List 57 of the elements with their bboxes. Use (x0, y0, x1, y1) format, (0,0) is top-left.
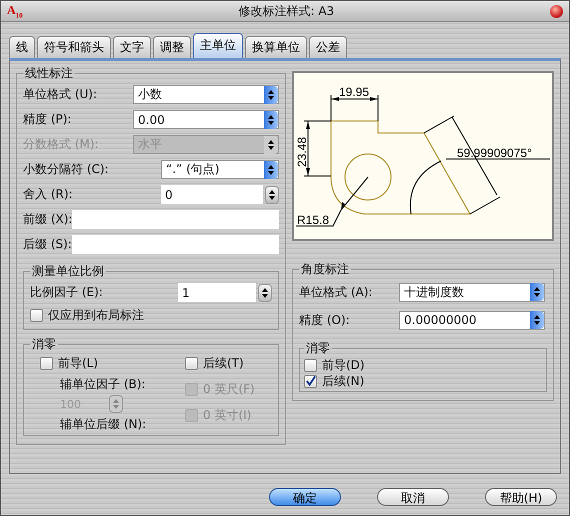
checkbox-label: 前导(D) (322, 356, 365, 374)
app-logo: A$_{10}$ (7, 2, 23, 20)
field-label: 辅单位后缀 (N): (59, 416, 148, 432)
input-field[interactable] (72, 210, 279, 229)
spinner-icon[interactable] (258, 284, 272, 302)
group-title: 消零 (31, 336, 57, 353)
dropdown[interactable]: 0.00000000 (399, 310, 545, 330)
dialog-button[interactable]: 取消 (377, 488, 449, 506)
field-label: 后缀 (S): (23, 236, 72, 253)
checkbox[interactable] (304, 358, 317, 372)
checkbox-label: 后续(N) (322, 372, 364, 390)
group-title: 线性标注 (24, 65, 74, 82)
checkbox[interactable] (30, 308, 43, 322)
dialog-button[interactable]: 帮助(H) (485, 488, 557, 506)
checkbox-label: 后续(T) (203, 354, 244, 372)
field-label: 单位格式 (A): (299, 284, 372, 300)
dimension-text: R15.8 (297, 213, 330, 227)
tab[interactable]: 调整 (153, 36, 191, 58)
input-field[interactable] (72, 235, 279, 254)
field-label: 舍入 (R): (23, 186, 73, 203)
dimension-text: 23.48 (295, 136, 309, 167)
tab[interactable]: 换算单位 (245, 36, 307, 58)
dropdown[interactable]: 0.00 (133, 110, 279, 129)
dropdown[interactable]: 小数 (133, 85, 279, 104)
spinner-icon (109, 395, 123, 413)
field-label: 精度 (O): (299, 312, 350, 328)
input-field[interactable]: 1 (178, 283, 256, 302)
dropdown[interactable]: 十进制度数 (399, 282, 545, 302)
field-label: 比例因子 (E): (30, 284, 103, 301)
group-title: 测量单位比例 (31, 263, 105, 280)
field-label: 单位格式 (U): (23, 86, 98, 103)
checkbox[interactable] (185, 356, 198, 370)
dimension-text: 19.95 (339, 85, 370, 99)
dialog-button[interactable]: 确定 (269, 488, 341, 506)
tab[interactable]: 主单位 (193, 33, 243, 58)
tab[interactable]: 公差 (309, 36, 347, 58)
checkbox-label: 仅应用到布局标注 (48, 306, 144, 324)
tab[interactable]: 符号和箭头 (37, 36, 111, 58)
checkbox-label: 前导(L) (58, 354, 98, 372)
window-title: 修改标注样式: A3 (237, 2, 336, 20)
checkbox-label: 0 英尺(F) (203, 380, 255, 398)
field-label: 分数格式 (M): (23, 136, 99, 153)
group-title: 角度标注 (300, 261, 350, 278)
group-title: 消零 (305, 340, 331, 357)
field-label: 前缀 (X): (23, 211, 72, 228)
dropdown[interactable]: “.” (句点) (161, 160, 279, 179)
tab[interactable]: 线 (9, 36, 35, 58)
field-label: 小数分隔符 (C): (23, 161, 109, 178)
checkbox[interactable] (304, 374, 317, 388)
input-field[interactable]: 0 (161, 185, 263, 204)
close-icon[interactable] (550, 4, 563, 18)
checkbox-label: 0 英寸(I) (203, 406, 252, 424)
tab[interactable]: 文字 (113, 36, 151, 58)
checkbox[interactable] (40, 356, 53, 370)
field-label: 精度 (P): (23, 111, 72, 128)
spinner-icon[interactable] (265, 186, 279, 204)
field-label: 辅单位因子 (B): (59, 376, 146, 392)
